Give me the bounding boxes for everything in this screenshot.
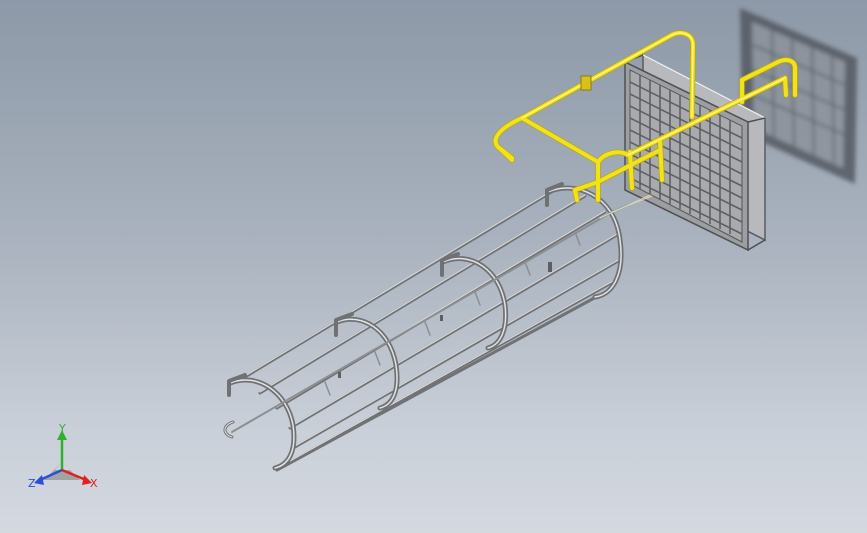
cage-ladder[interactable] (223, 182, 651, 472)
coordinate-triad: Y X Z (28, 422, 98, 490)
triad-z-label: Z (28, 477, 36, 490)
cage-longitudinal-bars (238, 186, 622, 472)
ladder-rails (231, 195, 651, 433)
model-canvas[interactable]: Y X Z (0, 0, 867, 533)
railing-bracket (580, 75, 592, 91)
cage-back-hoops (228, 186, 624, 470)
triad-y-label: Y (58, 422, 66, 435)
cage-longitudinal-highlights (239, 186, 621, 462)
triad-x-label: X (90, 477, 98, 490)
graphics-viewport[interactable]: Y X Z (0, 0, 867, 533)
cage-front-hoops (227, 185, 624, 471)
